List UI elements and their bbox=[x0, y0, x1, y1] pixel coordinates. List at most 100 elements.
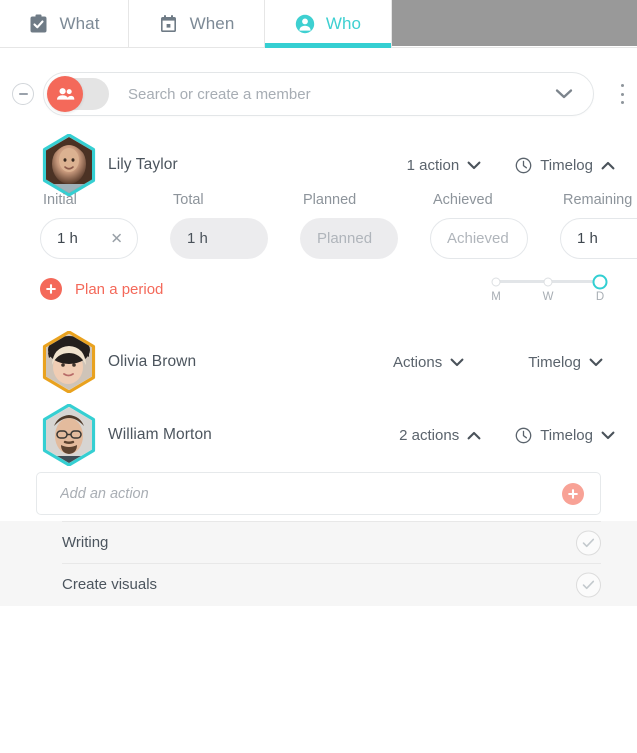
person-icon bbox=[295, 14, 315, 34]
member-row-controls: 2 actions Timelog bbox=[399, 427, 615, 444]
plan-a-period-button[interactable]: Plan a period bbox=[40, 278, 163, 300]
member-row-olivia-brown[interactable]: Olivia Brown Actions Timelog bbox=[0, 331, 637, 393]
chevron-down-icon bbox=[467, 157, 481, 174]
avatar bbox=[40, 134, 98, 196]
slider-label-m: M bbox=[491, 291, 501, 303]
time-scale-slider[interactable]: M W D bbox=[491, 274, 608, 305]
timelog-panel: Initial 1 h ✕ Total 1 h Planned Planned bbox=[0, 192, 637, 322]
field-label: Achieved bbox=[433, 192, 493, 208]
tab-bar: What When Who bbox=[0, 0, 637, 48]
field-label: Remaining bbox=[563, 192, 633, 208]
add-action-input[interactable] bbox=[58, 484, 562, 503]
slider-label-d: D bbox=[595, 291, 605, 303]
planned-placeholder: Planned bbox=[317, 230, 373, 247]
timelog-field-total: Total 1 h bbox=[170, 192, 285, 259]
timelog-fields: Initial 1 h ✕ Total 1 h Planned Planned bbox=[40, 192, 637, 259]
plus-circle-icon bbox=[40, 278, 62, 300]
action-item-label: Writing bbox=[62, 534, 109, 551]
action-item-label: Create visuals bbox=[62, 576, 158, 593]
clock-icon bbox=[515, 157, 532, 174]
member-row-controls: Actions Timelog bbox=[393, 354, 603, 371]
actions-toggle[interactable]: Actions bbox=[393, 354, 464, 371]
slider-node-w[interactable] bbox=[543, 277, 553, 286]
member-type-toggle[interactable] bbox=[47, 76, 109, 112]
remaining-value: 1 h bbox=[577, 230, 598, 247]
member-search-box bbox=[43, 72, 594, 116]
chevron-down-icon bbox=[450, 354, 464, 371]
slider-node-d[interactable] bbox=[592, 274, 608, 289]
actions-count-label: 1 action bbox=[406, 156, 460, 174]
action-list-item[interactable]: Writing bbox=[62, 521, 601, 563]
clipboard-check-icon bbox=[28, 14, 48, 34]
field-label: Total bbox=[173, 192, 204, 208]
achieved-placeholder: Achieved bbox=[447, 230, 509, 247]
member-name: William Morton bbox=[108, 426, 212, 443]
header-gray-block bbox=[392, 0, 637, 46]
timelog-field-planned: Planned Planned bbox=[300, 192, 415, 259]
clock-icon bbox=[515, 427, 532, 444]
total-value-pill: 1 h bbox=[170, 218, 268, 259]
action-list-item[interactable]: Create visuals bbox=[62, 563, 601, 605]
slider-node-m[interactable] bbox=[491, 277, 501, 286]
check-icon[interactable] bbox=[576, 530, 601, 555]
tab-when-label: When bbox=[189, 13, 235, 33]
plus-circle-icon[interactable] bbox=[562, 482, 584, 505]
people-icon bbox=[47, 76, 83, 112]
timelog-field-remaining: Remaining 1 h bbox=[560, 192, 637, 259]
minus-circle-icon[interactable] bbox=[12, 83, 34, 105]
timelog-field-initial: Initial 1 h ✕ bbox=[40, 192, 155, 259]
member-row-lily-taylor[interactable]: Lily Taylor 1 action Timelog bbox=[0, 134, 637, 196]
planned-input[interactable]: Planned bbox=[300, 218, 398, 259]
tab-who-label: Who bbox=[325, 13, 362, 33]
total-value: 1 h bbox=[187, 230, 208, 247]
tab-when[interactable]: When bbox=[129, 0, 265, 47]
kebab-dot bbox=[620, 84, 624, 87]
actions-count-label: 2 actions bbox=[399, 426, 460, 444]
kebab-dot bbox=[620, 92, 624, 96]
timelog-label: Timelog bbox=[540, 156, 593, 174]
initial-input[interactable]: 1 h ✕ bbox=[40, 218, 138, 259]
slider-track[interactable] bbox=[491, 274, 608, 289]
member-name: Lily Taylor bbox=[108, 156, 178, 173]
remaining-input[interactable]: 1 h bbox=[560, 218, 637, 259]
chevron-down-icon[interactable] bbox=[555, 88, 573, 100]
timelog-toggle[interactable]: Timelog bbox=[528, 354, 603, 371]
member-row-william-morton[interactable]: William Morton 2 actions Timelog bbox=[0, 404, 637, 466]
tab-who[interactable]: Who bbox=[265, 0, 392, 48]
chevron-down-icon bbox=[601, 427, 615, 444]
timelog-toggle[interactable]: Timelog bbox=[515, 157, 615, 174]
slider-labels: M W D bbox=[491, 291, 605, 305]
plan-a-period-label: Plan a period bbox=[75, 280, 164, 298]
chevron-down-icon bbox=[589, 354, 603, 371]
actions-toggle[interactable]: 2 actions bbox=[399, 427, 481, 444]
check-icon[interactable] bbox=[576, 572, 601, 597]
tab-what[interactable]: What bbox=[0, 0, 129, 47]
search-input[interactable] bbox=[126, 84, 555, 104]
chevron-up-icon bbox=[601, 157, 615, 174]
actions-count-label: Actions bbox=[393, 353, 443, 371]
calendar-icon bbox=[159, 14, 179, 34]
kebab-menu-icon[interactable] bbox=[615, 82, 629, 106]
chevron-up-icon bbox=[467, 427, 481, 444]
actions-toggle[interactable]: 1 action bbox=[407, 157, 482, 174]
add-action-field bbox=[36, 472, 601, 515]
avatar bbox=[40, 404, 98, 466]
field-label: Planned bbox=[303, 192, 357, 208]
close-x-icon[interactable]: ✕ bbox=[110, 231, 123, 246]
avatar bbox=[40, 331, 98, 393]
member-row-controls: 1 action Timelog bbox=[407, 157, 615, 174]
timelog-field-achieved: Achieved Achieved bbox=[430, 192, 545, 259]
timelog-label: Timelog bbox=[528, 353, 581, 371]
initial-value: 1 h bbox=[57, 230, 78, 247]
member-name: Olivia Brown bbox=[108, 353, 197, 370]
timelog-toggle[interactable]: Timelog bbox=[515, 427, 615, 444]
minus-bar bbox=[18, 93, 28, 95]
action-list: Writing Create visuals bbox=[0, 521, 637, 606]
slider-label-w: W bbox=[542, 291, 554, 303]
achieved-input[interactable]: Achieved bbox=[430, 218, 528, 259]
kebab-dot bbox=[620, 101, 624, 104]
field-label: Initial bbox=[43, 192, 77, 208]
tab-what-label: What bbox=[59, 13, 100, 33]
who-panel: What When Who Search or create a member … bbox=[0, 0, 637, 753]
timelog-label: Timelog bbox=[540, 426, 593, 444]
